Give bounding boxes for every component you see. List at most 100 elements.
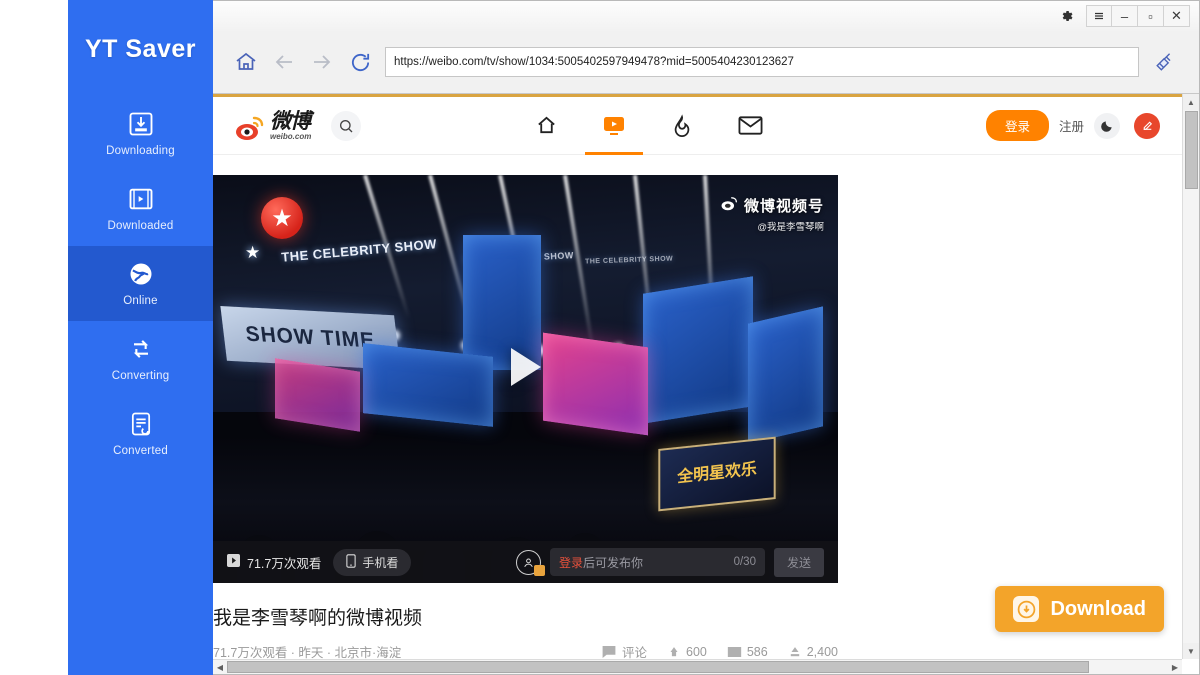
scroll-down-button[interactable]: ▼ [1183,643,1199,659]
stat-repost[interactable]: 586 [727,645,768,659]
search-icon[interactable] [331,110,362,141]
watch-on-phone-label: 手机看 [362,555,399,570]
download-button-label: Download [1050,597,1146,620]
play-small-icon [227,554,240,570]
weibo-logo[interactable]: 微博 weibo.com [235,111,311,141]
scroll-left-button[interactable]: ◀ [213,660,227,675]
moon-icon[interactable] [1094,112,1120,139]
compose-pencil-icon[interactable] [1134,112,1160,139]
sidebar-item-label: Downloaded [107,220,174,232]
stage-blue-panel [748,306,823,444]
sidebar-item-downloading[interactable]: Downloading [68,96,213,171]
stat-comment-value: 评论 [621,646,647,659]
view-count-group: 71.7万次观看 [227,553,321,572]
star-decoration: ★ [245,243,261,262]
stat-repost-value: 586 [746,644,768,659]
sidebar-item-label: Online [123,295,158,307]
weibo-logo-cn: 微博 [270,109,311,133]
video-section: ★ THE CELEBRITY SHOW THE CELEBRITY SHOW … [213,155,1182,659]
arrow-right-icon[interactable] [303,43,341,81]
minimize-button[interactable]: – [1112,5,1138,27]
nav-envelope-icon[interactable] [735,106,765,146]
comment-input[interactable]: 登录后可发布你 0/30 [549,548,765,576]
weibo-navbar: 微博 weibo.com 登录 注册 [213,97,1182,155]
stage-blue-panel [363,343,493,427]
comment-area: 登录后可发布你 0/30 发送 [515,547,824,577]
stage-pink-panel [275,358,360,432]
video-meta-left: 71.7万次观看 · 昨天 · 北京市·海淀 [213,646,402,659]
register-link[interactable]: 注册 [1059,116,1084,135]
settings-gear-icon[interactable] [1054,5,1080,27]
weibo-logo-en: weibo.com [270,131,312,141]
comment-login-link[interactable]: 登录 [559,556,583,570]
horizontal-scroll-thumb[interactable] [227,661,1089,673]
video-watermark: 微博视频号 @我是李雪琴啊 [721,195,824,233]
url-text: https://weibo.com/tv/show/1034:500540259… [394,56,794,68]
hamburger-menu-icon[interactable] [1086,5,1112,27]
vertical-scrollbar[interactable]: ▲ ▼ [1182,94,1199,659]
nav-home-icon[interactable] [531,106,561,146]
watch-on-phone-button[interactable]: 手机看 [333,548,412,576]
login-button[interactable]: 登录 [985,110,1049,141]
comment-placeholder-rest: 后可发布你 [583,555,644,570]
browser-window: – ▫ ✕ https://weibo.com/tv/show/1034:500… [213,0,1200,675]
stage-pink-panel [543,332,648,436]
video-column: ★ THE CELEBRITY SHOW THE CELEBRITY SHOW … [213,175,838,659]
document-sync-icon [127,410,155,438]
url-input[interactable]: https://weibo.com/tv/show/1034:500540259… [385,47,1139,77]
convert-loop-icon [127,335,155,363]
sidebar-item-converted[interactable]: Converted [68,396,213,471]
sidebar-item-online[interactable]: Online [68,246,213,321]
avatar[interactable] [515,549,545,576]
weibo-page: 微博 weibo.com 登录 注册 ★ ★ THE CELEBRITY SHO… [213,94,1182,659]
video-control-bar: 71.7万次观看 手机看 登录后可发布你 0/30 发送 [213,541,838,583]
maximize-button[interactable]: ▫ [1138,5,1164,27]
browser-toolbar: https://weibo.com/tv/show/1034:500540259… [213,31,1199,93]
video-frame-content: ★ THE CELEBRITY SHOW THE CELEBRITY SHOW … [213,175,838,583]
view-count-text: 71.7万次观看 [247,556,322,571]
sidebar-item-downloaded[interactable]: Downloaded [68,171,213,246]
close-button[interactable]: ✕ [1164,5,1190,27]
sidebar-item-label: Converting [111,370,170,382]
vertical-scroll-thumb[interactable] [1185,111,1198,189]
film-play-icon [127,185,155,213]
download-circle-icon [1013,596,1040,622]
weibo-logo-text: 微博 weibo.com [270,111,311,141]
sidebar-item-converting[interactable]: Converting [68,321,213,396]
stat-like[interactable]: 600 [667,645,707,659]
weibo-eye-icon [235,115,265,141]
weibo-account-actions: 登录 注册 [985,110,1160,141]
watermark-title: 微博视频号 [743,198,824,215]
play-triangle-icon[interactable] [510,347,541,386]
watermark-user: @我是李雪琴啊 [757,222,824,233]
refresh-icon[interactable] [341,43,379,81]
watermark-title-row: 微博视频号 [721,195,824,216]
arrow-left-icon[interactable] [265,43,303,81]
home-icon[interactable] [227,43,265,81]
stat-share[interactable]: 2,400 [788,645,838,659]
nav-video-icon[interactable] [585,106,644,155]
globe-icon [127,260,155,288]
stat-comment[interactable]: 评论 [601,642,647,659]
send-comment-button[interactable]: 发送 [773,547,824,577]
stat-share-value: 2,400 [806,644,838,659]
sidebar-item-label: Downloading [106,145,175,157]
horizontal-scrollbar[interactable]: ◀ ▶ [213,659,1182,674]
stat-like-value: 600 [686,644,707,659]
show-logo-badge: 全明星欢乐 [658,436,776,512]
comment-char-count: 0/30 [733,556,756,568]
video-stats: 评论 600 586 2,400 [601,642,838,659]
scroll-up-button[interactable]: ▲ [1183,94,1199,110]
page-viewport: 微博 weibo.com 登录 注册 ★ ★ THE CELEBRITY SHO… [213,93,1199,674]
page-title: 我是李雪琴啊的微博视频 [213,608,423,629]
weibo-eye-icon-small [721,196,738,215]
scroll-right-button[interactable]: ▶ [1168,660,1182,675]
nav-flame-icon[interactable] [667,106,697,146]
download-button[interactable]: Download [995,586,1164,632]
phone-icon [346,553,356,571]
sidebar: YT Saver Downloading Downloaded Online C… [68,0,213,675]
comment-placeholder: 登录后可发布你 [559,554,643,571]
weibo-nav-icons [531,106,765,155]
broom-clear-icon[interactable] [1145,43,1185,81]
video-player[interactable]: ★ THE CELEBRITY SHOW THE CELEBRITY SHOW … [213,175,838,583]
